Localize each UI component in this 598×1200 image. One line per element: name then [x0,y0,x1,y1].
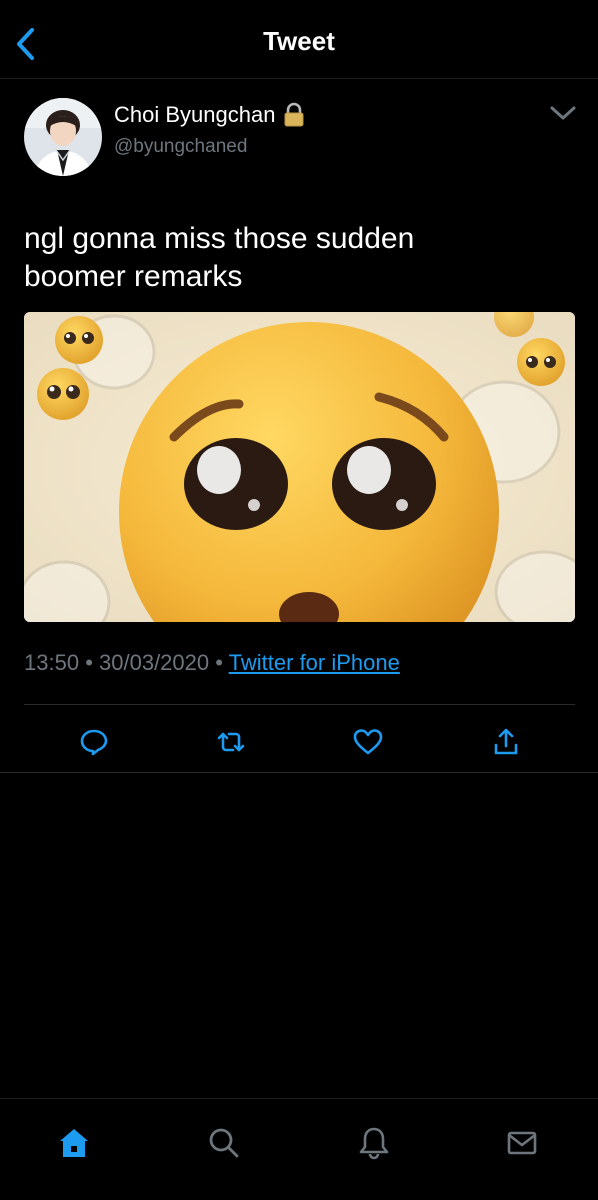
heart-icon [353,729,383,755]
divider [24,704,575,705]
meta-separator: • [85,650,93,675]
lock-icon [284,102,304,127]
author-name[interactable]: Choi Byungchan [114,102,305,128]
bottom-tab-bar [0,1098,598,1200]
divider [0,772,598,773]
reply-button[interactable] [74,722,114,762]
tab-search[interactable] [202,1121,246,1165]
tweet-detail-screen: Tweet Choi Byungchan @byungchaned ngl go… [0,0,598,1200]
chevron-down-icon [550,106,576,120]
mail-icon [507,1131,537,1155]
retweet-icon [217,732,245,752]
tweet-text: ngl gonna miss those sudden boomer remar… [24,222,415,293]
like-button[interactable] [348,722,388,762]
tab-home[interactable] [52,1121,96,1165]
author-handle[interactable]: @byungchaned [114,136,247,158]
tab-messages[interactable] [500,1121,544,1165]
avatar[interactable] [24,98,102,176]
tweet-action-bar [0,716,598,766]
top-nav-bar: Tweet [0,0,598,79]
share-button[interactable] [486,722,526,762]
meta-separator: • [215,650,223,675]
tweet-time: 13:50 [24,650,80,675]
author-name-text: Choi Byungchan [114,102,276,127]
retweet-button[interactable] [211,722,251,762]
share-icon [494,728,518,755]
tweet-timestamp-line: 13:50 • 30/03/2020 • Twitter for iPhone [24,650,400,676]
search-icon [209,1128,239,1158]
tweet-date: 30/03/2020 [99,650,210,675]
home-icon [60,1129,88,1157]
tweet-source-link[interactable]: Twitter for iPhone [229,650,400,675]
pleading-face-emoji-image [24,312,575,622]
tab-notifications[interactable] [352,1121,396,1165]
avatar-image [24,98,102,176]
reply-icon [80,729,108,756]
bell-icon [359,1127,389,1160]
page-title: Tweet [263,26,335,56]
more-options-button[interactable] [546,98,580,128]
tweet-media-image[interactable] [24,312,575,622]
